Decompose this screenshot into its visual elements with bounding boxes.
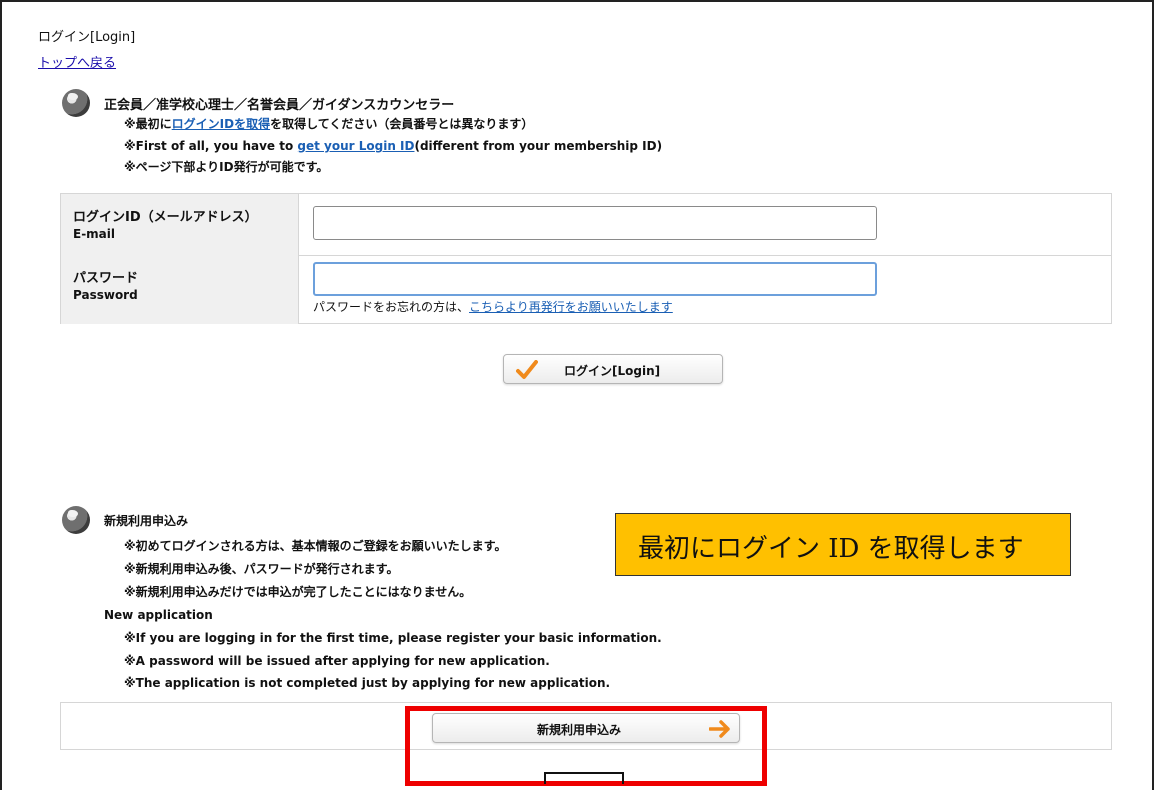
get-login-id-link-en[interactable]: get your Login ID xyxy=(297,139,414,153)
forgot-password-text: パスワードをお忘れの方は、こちらより再発行をお願いいたします xyxy=(313,298,673,315)
login-id-note: ※最初にログインIDを取得を取得してください（会員番号とは異なります） xyxy=(124,114,533,134)
email-row: ログインID（メールアドレス） E-mail xyxy=(61,194,1111,256)
en-note-2: ※A password will be issued after applyin… xyxy=(124,654,550,668)
password-label-cell: パスワード Password xyxy=(61,255,299,324)
login-button-label: ログイン[Login] xyxy=(564,364,661,378)
callout-text: 最初にログイン ID を取得します xyxy=(638,534,1024,564)
password-input[interactable] xyxy=(313,262,877,296)
id-issue-note: ※ページ下部よりID発行が可能です。 xyxy=(124,160,329,174)
get-login-id-link-jp[interactable]: ログインIDを取得 xyxy=(172,117,270,131)
email-label: ログインID（メールアドレス） xyxy=(73,210,258,225)
globe-icon xyxy=(62,506,90,534)
password-label-en: Password xyxy=(73,288,138,302)
callout-annotation: 最初にログイン ID を取得します xyxy=(615,513,1071,576)
page-title: ログイン[Login] xyxy=(38,30,136,45)
jp-note-3: ※新規利用申込みだけでは申込が完了したことにはなりません。 xyxy=(124,585,472,599)
note-text: ※最初に xyxy=(124,117,172,131)
checkmark-icon xyxy=(516,360,538,379)
jp-note-2: ※新規利用申込み後、パスワードが発行されます。 xyxy=(124,562,399,576)
forgot-text: パスワードをお忘れの方は、 xyxy=(313,300,470,314)
email-input[interactable] xyxy=(313,206,877,240)
note-text: を取得してください（会員番号とは異なります） xyxy=(270,117,534,131)
back-to-top-link[interactable]: トップへ戻る xyxy=(38,52,116,71)
members-heading: 正会員／准学校心理士／名誉会員／ガイダンスカウンセラー xyxy=(104,98,455,113)
new-application-heading: 新規利用申込み xyxy=(104,514,189,528)
en-note-3: ※The application is not completed just b… xyxy=(124,676,611,690)
note-text: ※First of all, you have to xyxy=(124,139,298,153)
jp-note-1: ※初めてログインされる方は、基本情報のご登録をお願いいたします。 xyxy=(124,539,507,553)
email-label-en: E-mail xyxy=(73,227,116,241)
new-application-heading-en: New application xyxy=(104,608,213,622)
login-form: ログインID（メールアドレス） E-mail パスワード Password パス… xyxy=(60,193,1112,324)
note-text: (different from your membership ID) xyxy=(414,139,663,153)
globe-icon xyxy=(62,89,90,117)
reset-password-link[interactable]: こちらより再発行をお願いいたします xyxy=(469,300,673,314)
en-note-1: ※If you are logging in for the first tim… xyxy=(124,631,662,645)
login-id-note-en: ※First of all, you have to get your Logi… xyxy=(124,136,662,156)
password-row: パスワード Password パスワードをお忘れの方は、こちらより再発行をお願い… xyxy=(61,255,1111,324)
cursor-marker xyxy=(544,772,624,784)
password-label: パスワード xyxy=(73,271,139,286)
email-label-cell: ログインID（メールアドレス） E-mail xyxy=(61,194,299,255)
login-button[interactable]: ログイン[Login] xyxy=(503,354,723,384)
